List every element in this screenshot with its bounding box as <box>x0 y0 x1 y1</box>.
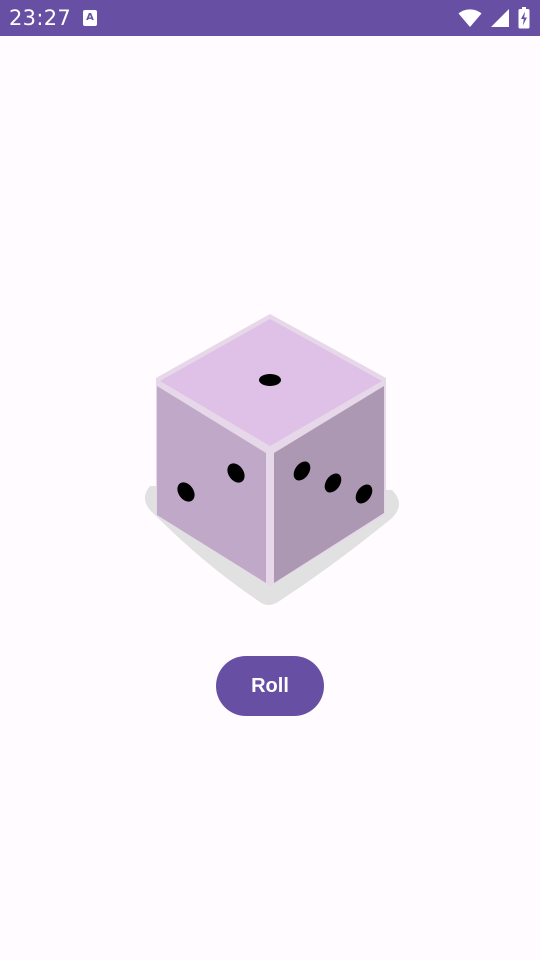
dice-image <box>136 314 404 610</box>
status-time: 23:27 <box>9 6 72 30</box>
dice-pip <box>259 374 281 386</box>
status-bar: 23:27 A <box>0 0 540 36</box>
status-icons <box>458 6 530 30</box>
notification-icon: A <box>83 10 97 26</box>
dice-icon <box>144 314 399 605</box>
cellular-signal-icon <box>491 9 509 27</box>
roll-button[interactable]: Roll <box>216 656 324 716</box>
wifi-icon <box>458 9 482 27</box>
battery-charging-icon <box>518 7 530 29</box>
